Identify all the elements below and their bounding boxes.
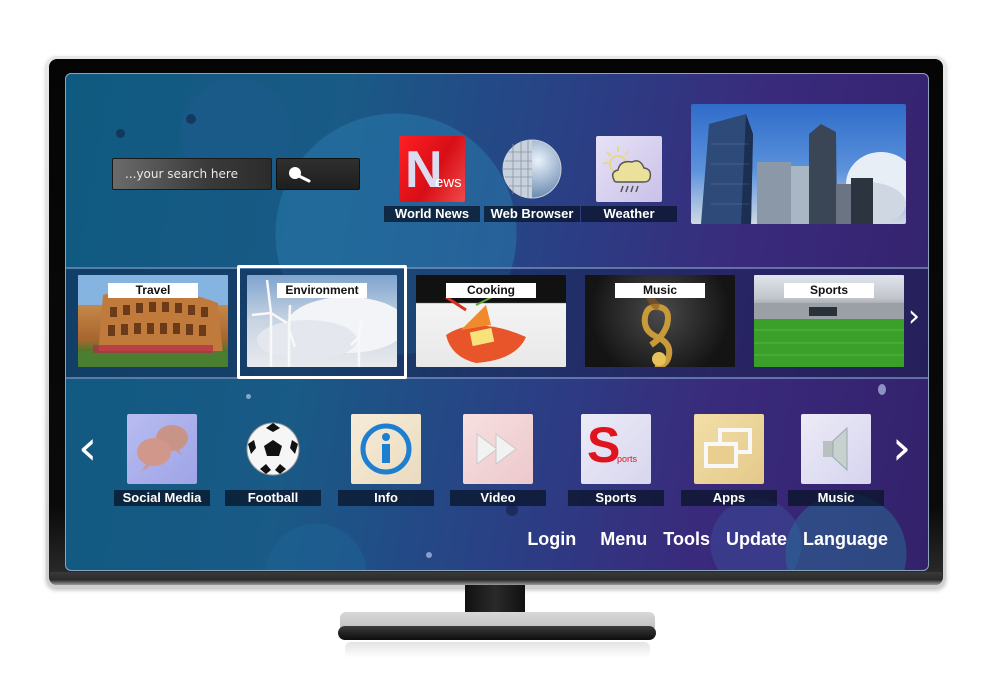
app-video[interactable]: Video [450, 414, 546, 506]
menu-language[interactable]: Language [803, 529, 888, 550]
app-label: Music [788, 490, 884, 506]
menu-tools[interactable]: Tools [663, 529, 710, 550]
bottom-prev-arrow[interactable]: ‹ [78, 424, 97, 472]
menu-update[interactable]: Update [726, 529, 787, 550]
tv-bottom-edge [50, 572, 942, 585]
tv-stand-base [338, 626, 656, 640]
search-button[interactable] [276, 158, 360, 190]
app-label: World News [384, 206, 480, 222]
category-cooking[interactable]: Cooking [416, 275, 566, 367]
bubble-decoration [878, 384, 886, 395]
search-input[interactable]: ...your search here [112, 158, 272, 190]
sports-icon-text: ports [617, 454, 638, 464]
weather-icon [596, 136, 662, 202]
fast-forward-icon [463, 414, 533, 484]
app-label: Apps [681, 490, 777, 506]
speaker-icon [801, 414, 871, 484]
app-apps[interactable]: Apps [681, 414, 777, 506]
search-icon [289, 167, 311, 183]
app-info[interactable]: Info [338, 414, 434, 506]
featured-city-image[interactable] [691, 104, 906, 224]
app-label: Video [450, 490, 546, 506]
tv-stand-neck [465, 585, 525, 615]
sports-logo-icon: S ports [581, 414, 651, 484]
app-sports[interactable]: S ports Sports [568, 414, 664, 506]
smart-tv-screen: ...your search here N ews World News Web… [65, 73, 929, 571]
app-label: Info [338, 490, 434, 506]
sports-icon-letter: S [587, 417, 621, 473]
category-label: Music [615, 283, 705, 298]
news-icon-letter: N [405, 141, 443, 199]
bubble-decoration [246, 394, 251, 399]
soccer-ball-icon [238, 414, 308, 484]
windows-icon [694, 414, 764, 484]
app-label: Weather [581, 206, 677, 222]
bottom-next-arrow[interactable]: › [892, 424, 911, 472]
menu-login[interactable]: Login [527, 529, 576, 550]
category-label: Travel [108, 283, 198, 298]
bubble-decoration [116, 129, 125, 138]
tv-stand-reflection [345, 642, 650, 658]
app-music[interactable]: Music [788, 414, 884, 506]
app-world-news[interactable]: N ews World News [384, 136, 480, 222]
category-music[interactable]: Music [585, 275, 735, 367]
chat-bubbles-icon [127, 414, 197, 484]
app-social-media[interactable]: Social Media [114, 414, 210, 506]
menu-menu[interactable]: Menu [600, 529, 647, 550]
category-label: Sports [784, 283, 874, 298]
app-web-browser[interactable]: Web Browser [484, 136, 580, 222]
app-label: Social Media [114, 490, 210, 506]
globe-icon [499, 136, 565, 202]
tv-scene: ...your search here N ews World News Web… [0, 0, 1000, 676]
app-label: Sports [568, 490, 664, 506]
info-icon [351, 414, 421, 484]
news-icon: N ews [399, 136, 465, 202]
app-weather[interactable]: Weather [581, 136, 677, 222]
bubble-decoration [426, 552, 432, 558]
bubble-decoration [186, 114, 196, 124]
app-football[interactable]: Football [225, 414, 321, 506]
categories-next-arrow[interactable]: › [908, 302, 920, 332]
category-label: Cooking [446, 283, 536, 298]
category-label: Environment [277, 283, 367, 298]
category-travel[interactable]: Travel [78, 275, 228, 367]
menu-bar: Login Menu Tools Update Language [527, 529, 888, 550]
news-icon-text: ews [435, 174, 462, 191]
category-environment[interactable]: Environment [247, 275, 397, 367]
category-sports[interactable]: Sports [754, 275, 904, 367]
app-label: Web Browser [484, 206, 580, 222]
app-label: Football [225, 490, 321, 506]
